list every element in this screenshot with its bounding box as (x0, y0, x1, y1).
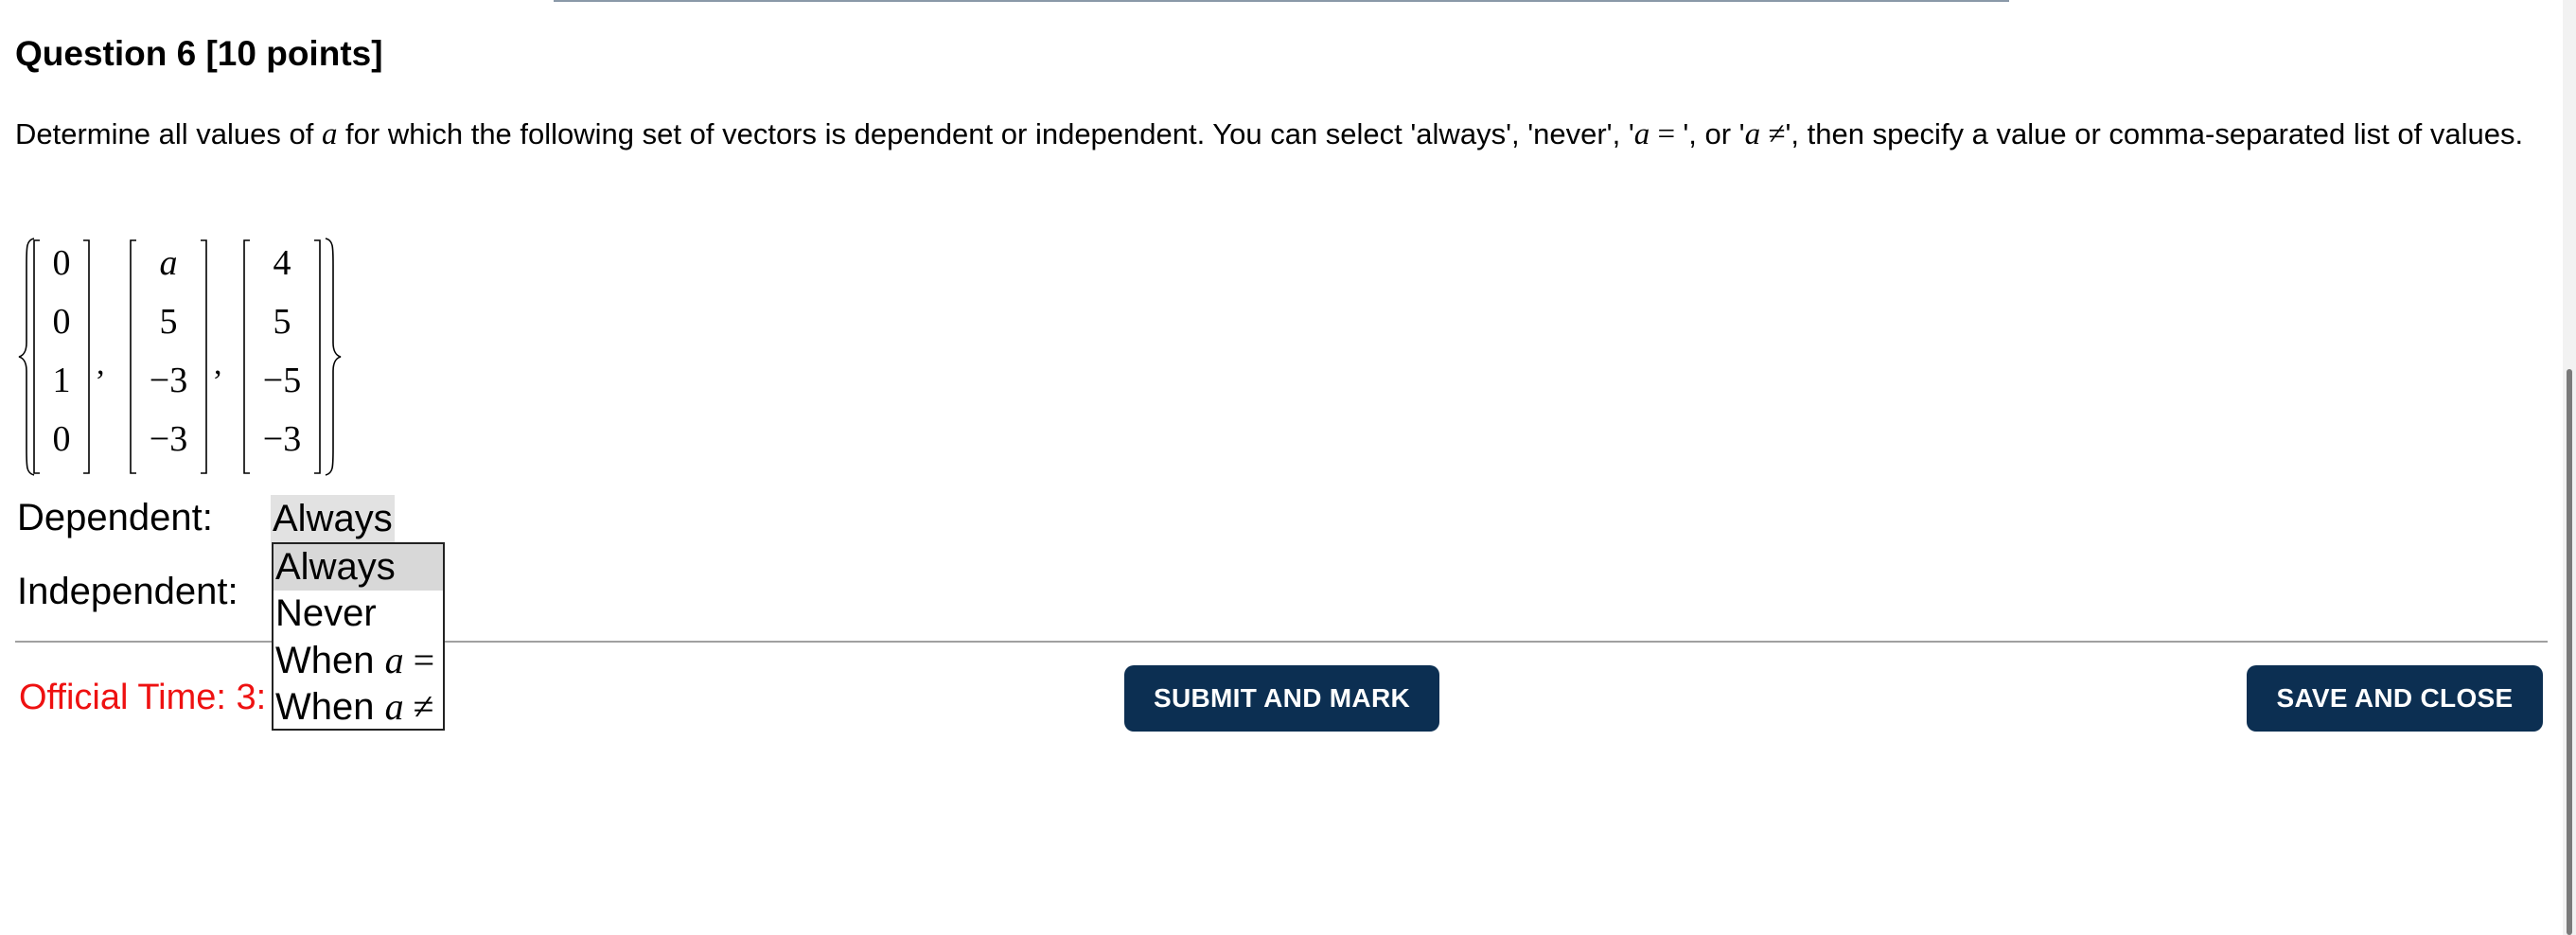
vector-3-entry-3: −5 (262, 361, 302, 400)
dependent-label: Dependent: (17, 497, 213, 538)
prompt-text-1: Determine all values of (15, 117, 322, 150)
vector-2-entry-4: −3 (149, 419, 188, 459)
vector-1-entry-1: 0 (52, 243, 71, 283)
vector-1-entry-4: 0 (52, 419, 71, 459)
vector-3-entry-1: 4 (273, 243, 291, 283)
option-never[interactable]: Never (273, 591, 443, 637)
option-never-label: Never (275, 592, 377, 634)
prompt-neq-operator: ≠ (1760, 117, 1786, 151)
option-when-equal-variable: a (384, 639, 404, 681)
prompt-variable-a: a (321, 117, 338, 151)
option-when-equal-operator: = (403, 639, 435, 681)
prompt-text-3: ', or ' (1683, 117, 1745, 150)
option-always-label: Always (275, 546, 396, 588)
vector-1-entry-2: 0 (52, 302, 71, 342)
option-when-not-equal[interactable]: When a ≠ (273, 683, 443, 730)
option-when-not-equal-label: When (275, 686, 385, 728)
option-when-not-equal-operator: ≠ (403, 685, 434, 728)
prompt-neq-variable: a (1744, 117, 1761, 151)
independent-options-listbox[interactable]: Always Never When a = When a ≠ (272, 542, 445, 731)
vector-3-entry-2: 5 (273, 302, 291, 342)
option-when-equal-label: When (275, 640, 385, 681)
question-title: Question 6 [10 points] (15, 34, 383, 73)
vector-2-entry-3: −3 (149, 361, 188, 400)
option-when-not-equal-variable: a (384, 685, 404, 728)
top-divider (554, 0, 2009, 2)
save-and-close-button[interactable]: SAVE AND CLOSE (2247, 665, 2543, 732)
prompt-text-2: for which the following set of vectors i… (337, 117, 1634, 150)
scrollbar-thumb[interactable] (2567, 369, 2572, 935)
submit-and-mark-button[interactable]: SUBMIT AND MARK (1124, 665, 1439, 732)
vector-separator-2: , (214, 346, 222, 381)
prompt-text-4: ', then specify a value or comma-separat… (1785, 117, 2524, 150)
vector-3-entry-4: −3 (262, 419, 302, 459)
prompt-eq-operator: = (1650, 117, 1684, 151)
independent-label: Independent: (17, 571, 238, 612)
option-when-equal[interactable]: When a = (273, 637, 443, 683)
official-time: Official Time: 3: (19, 678, 267, 717)
vector-set: 0 0 1 0 , a 5 −3 −3 , 4 5 −5 −3 (18, 237, 342, 478)
vector-2-entry-2: 5 (159, 302, 178, 342)
option-always[interactable]: Always (273, 544, 443, 591)
dependent-select[interactable]: Always (271, 495, 395, 542)
prompt-eq-variable: a (1633, 117, 1650, 151)
question-prompt: Determine all values of a for which the … (15, 115, 2532, 153)
vector-1-entry-3: 1 (52, 361, 71, 400)
vector-separator-1: , (97, 346, 105, 381)
vector-2-entry-1: a (159, 243, 178, 283)
